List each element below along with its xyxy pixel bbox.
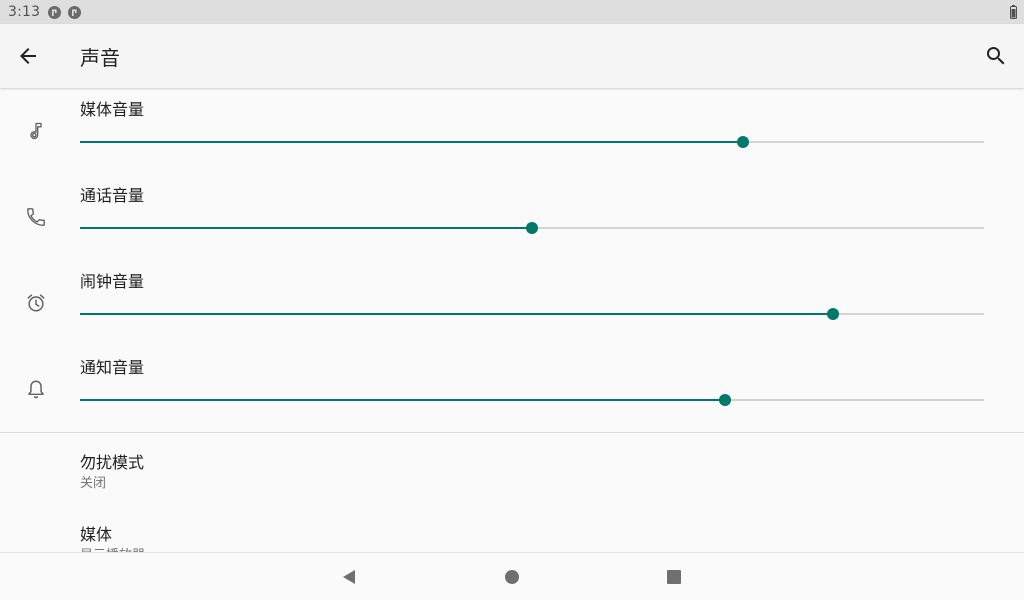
media-summary: 显示播放器 <box>80 544 145 552</box>
search-button[interactable] <box>980 40 1012 72</box>
navigation-bar <box>0 552 1024 600</box>
do-not-disturb-title: 勿扰模式 <box>80 453 145 472</box>
alarm-volume-label: 闹钟音量 <box>80 272 145 291</box>
slider-thumb[interactable] <box>737 136 749 148</box>
phone-icon <box>24 205 48 229</box>
call-volume-row: 通话音量 <box>0 174 1024 260</box>
home-circle-icon <box>505 570 519 584</box>
slider-thumb[interactable] <box>827 308 839 320</box>
back-triangle-icon <box>343 570 355 584</box>
nav-home-button[interactable] <box>498 563 526 591</box>
alarm-icon <box>24 291 48 315</box>
alarm-volume-slider[interactable] <box>80 306 984 322</box>
nav-recents-button[interactable] <box>660 563 688 591</box>
alarm-volume-row: 闹钟音量 <box>0 260 1024 346</box>
search-icon <box>987 47 1005 65</box>
arrow-back-icon <box>20 48 36 64</box>
bell-icon <box>24 377 48 401</box>
slider-fill <box>80 141 743 143</box>
nav-back-button[interactable] <box>335 563 363 591</box>
music-note-icon <box>24 119 48 143</box>
recents-square-icon <box>667 570 681 584</box>
slider-thumb[interactable] <box>719 394 731 406</box>
do-not-disturb-item[interactable]: 勿扰模式 关闭 <box>0 440 1024 512</box>
notification-icon <box>48 5 62 19</box>
settings-list[interactable]: 媒体音量 通话音量 闹钟音量 通知音量 勿扰模式 关闭 媒体 <box>0 88 1024 552</box>
slider-thumb[interactable] <box>526 222 538 234</box>
status-time: 3:13 <box>8 4 41 20</box>
slider-fill <box>80 399 725 401</box>
slider-fill <box>80 313 833 315</box>
app-bar: 声音 <box>0 24 1024 88</box>
media-volume-label: 媒体音量 <box>80 100 145 119</box>
media-volume-slider[interactable] <box>80 134 984 150</box>
media-title: 媒体 <box>80 525 113 544</box>
status-bar: 3:13 <box>0 0 1024 24</box>
media-volume-row: 媒体音量 <box>0 88 1024 174</box>
notification-icon <box>68 5 82 19</box>
battery-icon <box>1010 4 1017 19</box>
page-title: 声音 <box>80 46 120 70</box>
call-volume-slider[interactable] <box>80 220 984 236</box>
call-volume-label: 通话音量 <box>80 186 145 205</box>
notification-volume-slider[interactable] <box>80 392 984 408</box>
notification-volume-label: 通知音量 <box>80 358 145 377</box>
slider-fill <box>80 227 532 229</box>
divider <box>0 432 1024 433</box>
media-item[interactable]: 媒体 显示播放器 <box>0 512 1024 552</box>
do-not-disturb-summary: 关闭 <box>80 476 107 491</box>
notification-volume-row: 通知音量 <box>0 346 1024 432</box>
back-button[interactable] <box>12 40 44 72</box>
